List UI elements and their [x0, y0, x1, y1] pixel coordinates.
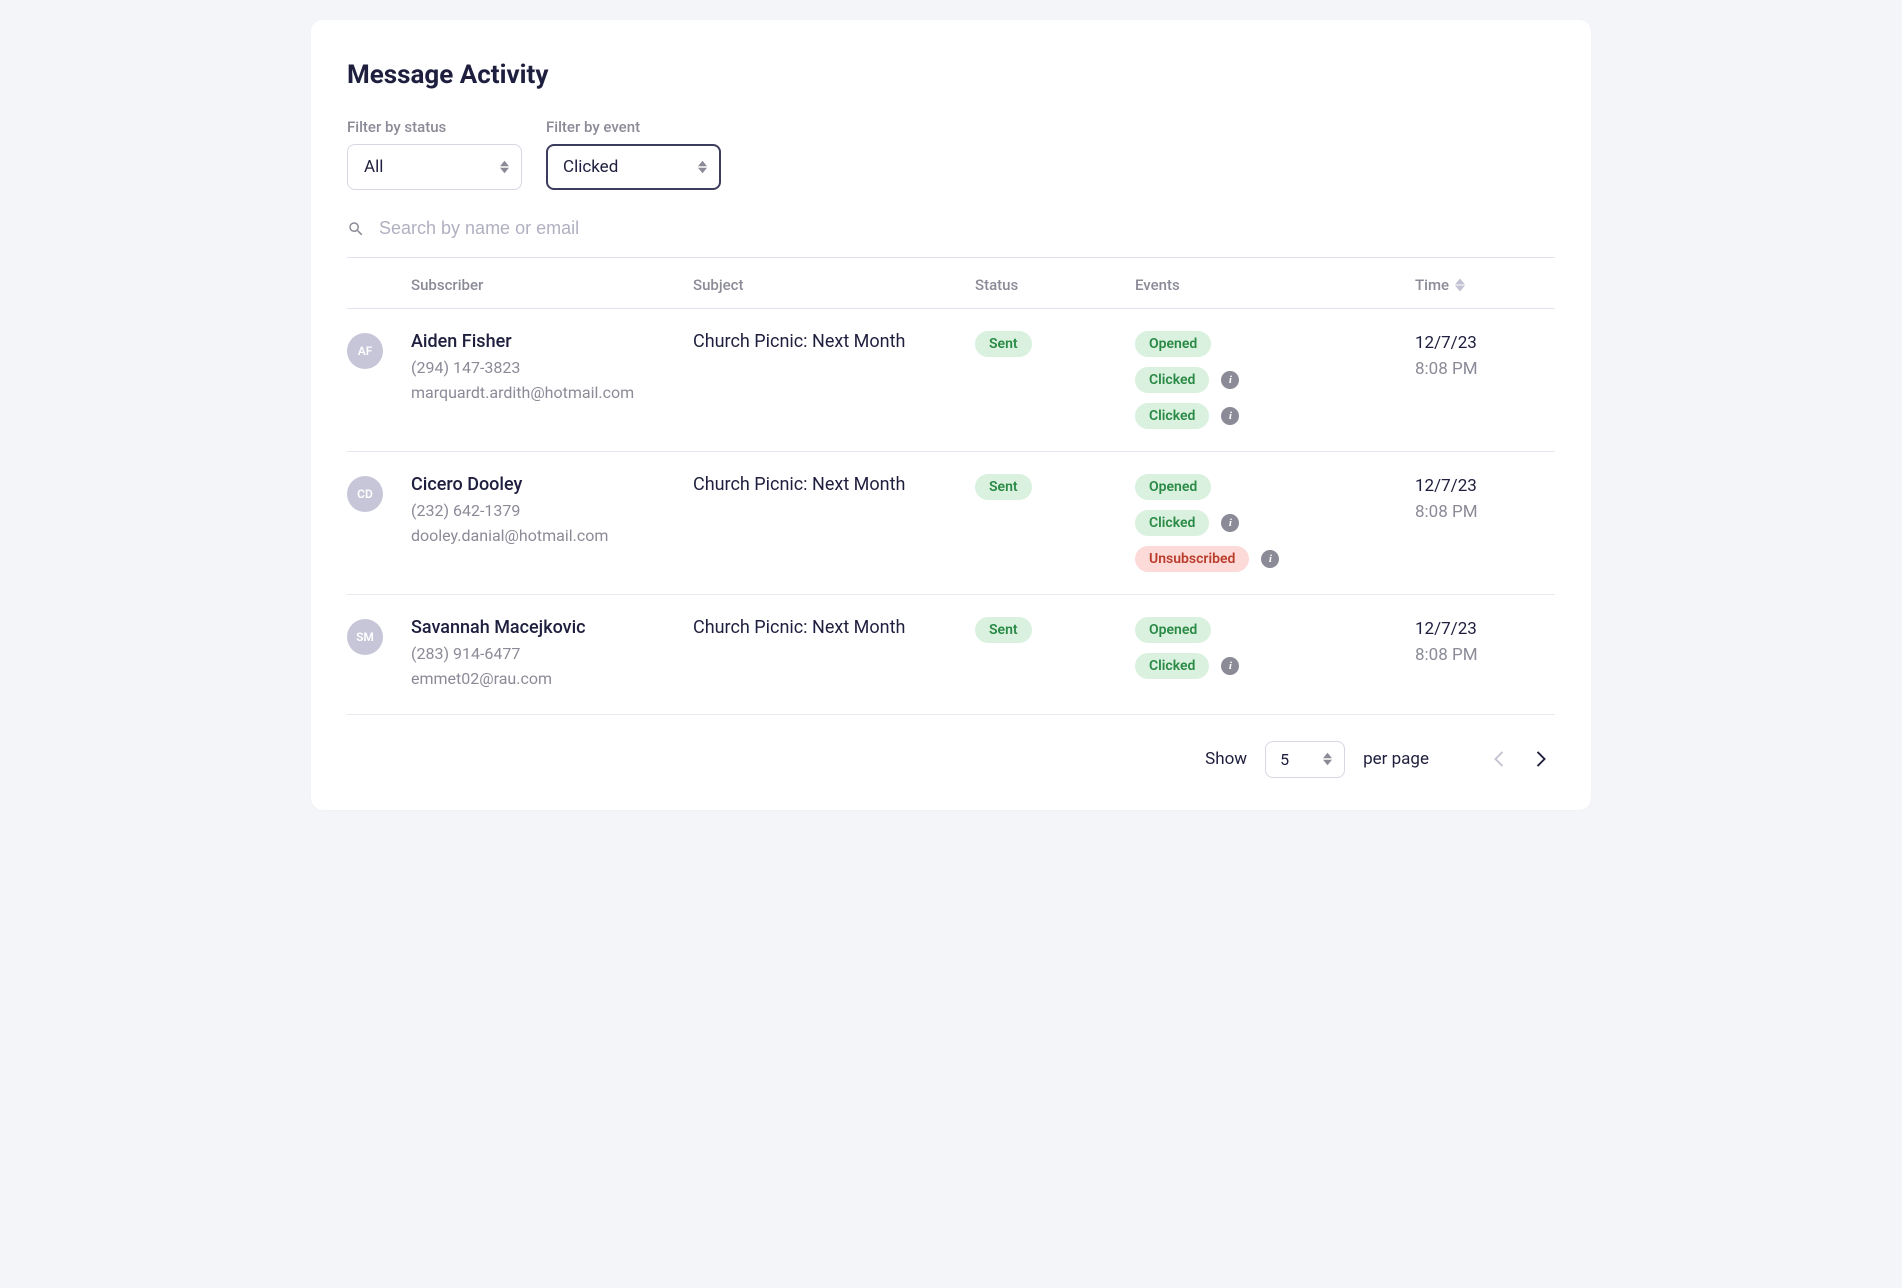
info-icon[interactable]: i: [1221, 657, 1239, 675]
event-line: Clicked i: [1135, 510, 1415, 536]
chevron-left-icon: [1492, 750, 1504, 768]
event-line: Clicked i: [1135, 653, 1415, 679]
table-row: AF Aiden Fisher (294) 147-3823marquardt.ar…: [347, 309, 1555, 452]
filter-event-group: Filter by event Clicked: [546, 118, 721, 190]
status-badge: Sent: [975, 617, 1032, 643]
status-badge: Sent: [975, 474, 1032, 500]
subscriber-name: Savannah Macejkovic: [411, 617, 693, 638]
event-badge: Clicked: [1135, 653, 1209, 679]
status-cell: Sent: [975, 474, 1135, 500]
event-line: Clicked i: [1135, 367, 1415, 393]
chevron-right-icon: [1536, 750, 1548, 768]
row-time: 8:08 PM: [1415, 357, 1555, 383]
event-line: Opened: [1135, 474, 1415, 500]
next-page-button[interactable]: [1529, 746, 1555, 772]
filters-row: Filter by status All Filter by event Cli…: [347, 118, 1555, 190]
event-line: Opened: [1135, 331, 1415, 357]
page-title: Message Activity: [347, 60, 1555, 90]
filter-status-group: Filter by status All: [347, 118, 522, 190]
row-date: 12/7/23: [1415, 474, 1555, 500]
search-icon: [347, 220, 365, 238]
filter-event-value: Clicked: [563, 157, 618, 177]
subject-cell: Church Picnic: Next Month: [693, 474, 975, 495]
subscriber-name: Cicero Dooley: [411, 474, 693, 495]
subject-cell: Church Picnic: Next Month: [693, 617, 975, 638]
info-icon[interactable]: i: [1221, 407, 1239, 425]
subscriber-email: dooley.danial@hotmail.com: [411, 524, 693, 549]
info-icon[interactable]: i: [1221, 514, 1239, 532]
table-row: CD Cicero Dooley (232) 642-1379dooley.dani…: [347, 452, 1555, 595]
table-row: SM Savannah Macejkovic (283) 914-6477emmet…: [347, 595, 1555, 715]
row-date: 12/7/23: [1415, 331, 1555, 357]
filter-status-label: Filter by status: [347, 118, 522, 136]
pagination: Show 5 per page: [347, 715, 1555, 778]
th-subject: Subject: [693, 276, 975, 294]
subscriber-email: emmet02@rau.com: [411, 667, 693, 692]
subscriber-cell: Cicero Dooley (232) 642-1379dooley.danial…: [411, 474, 693, 549]
row-date: 12/7/23: [1415, 617, 1555, 643]
subscriber-cell: Savannah Macejkovic (283) 914-6477emmet02…: [411, 617, 693, 692]
subject-cell: Church Picnic: Next Month: [693, 331, 975, 352]
status-badge: Sent: [975, 331, 1032, 357]
subscriber-cell: Aiden Fisher (294) 147-3823marquardt.ardi…: [411, 331, 693, 406]
search-row: [347, 218, 1555, 258]
subscriber-name: Aiden Fisher: [411, 331, 693, 352]
events-cell: Opened Clicked i: [1135, 617, 1415, 679]
table-header: Subscriber Subject Status Events Time: [347, 258, 1555, 309]
status-cell: Sent: [975, 617, 1135, 643]
events-cell: Opened Clicked i Clicked i: [1135, 331, 1415, 429]
avatar: AF: [347, 333, 383, 369]
event-line: Unsubscribed i: [1135, 546, 1415, 572]
filter-status-select[interactable]: All: [347, 144, 522, 190]
th-subscriber: Subscriber: [411, 276, 693, 294]
event-line: Opened: [1135, 617, 1415, 643]
time-cell: 12/7/238:08 PM: [1415, 617, 1555, 668]
per-page-select[interactable]: 5: [1265, 741, 1345, 778]
pager-show-label: Show: [1205, 749, 1247, 769]
filter-event-label: Filter by event: [546, 118, 721, 136]
event-badge: Clicked: [1135, 403, 1209, 429]
th-status: Status: [975, 276, 1135, 294]
th-events: Events: [1135, 276, 1415, 294]
time-cell: 12/7/238:08 PM: [1415, 474, 1555, 525]
info-icon[interactable]: i: [1261, 550, 1279, 568]
time-cell: 12/7/238:08 PM: [1415, 331, 1555, 382]
info-icon[interactable]: i: [1221, 371, 1239, 389]
sort-icon: [1455, 278, 1465, 292]
filter-status-value: All: [364, 157, 383, 177]
pager-perpage-label: per page: [1363, 749, 1429, 769]
activity-table: Subscriber Subject Status Events Time AF…: [347, 258, 1555, 715]
chevron-updown-icon: [500, 161, 509, 174]
event-badge: Clicked: [1135, 367, 1209, 393]
message-activity-card: Message Activity Filter by status All Fi…: [311, 20, 1591, 810]
subscriber-phone: (232) 642-1379: [411, 499, 693, 524]
per-page-value: 5: [1280, 750, 1289, 769]
avatar: CD: [347, 476, 383, 512]
subscriber-phone: (283) 914-6477: [411, 642, 693, 667]
chevron-updown-icon: [698, 161, 707, 174]
event-badge: Unsubscribed: [1135, 546, 1249, 572]
event-badge: Opened: [1135, 617, 1211, 643]
subscriber-phone: (294) 147-3823: [411, 356, 693, 381]
status-cell: Sent: [975, 331, 1135, 357]
chevron-updown-icon: [1323, 753, 1332, 766]
event-line: Clicked i: [1135, 403, 1415, 429]
prev-page-button[interactable]: [1485, 746, 1511, 772]
filter-event-select[interactable]: Clicked: [546, 144, 721, 190]
event-badge: Clicked: [1135, 510, 1209, 536]
avatar: SM: [347, 619, 383, 655]
events-cell: Opened Clicked i Unsubscribed i: [1135, 474, 1415, 572]
event-badge: Opened: [1135, 474, 1211, 500]
th-time[interactable]: Time: [1415, 276, 1555, 294]
search-input[interactable]: [379, 218, 1555, 239]
row-time: 8:08 PM: [1415, 643, 1555, 669]
row-time: 8:08 PM: [1415, 500, 1555, 526]
subscriber-email: marquardt.ardith@hotmail.com: [411, 381, 693, 406]
event-badge: Opened: [1135, 331, 1211, 357]
